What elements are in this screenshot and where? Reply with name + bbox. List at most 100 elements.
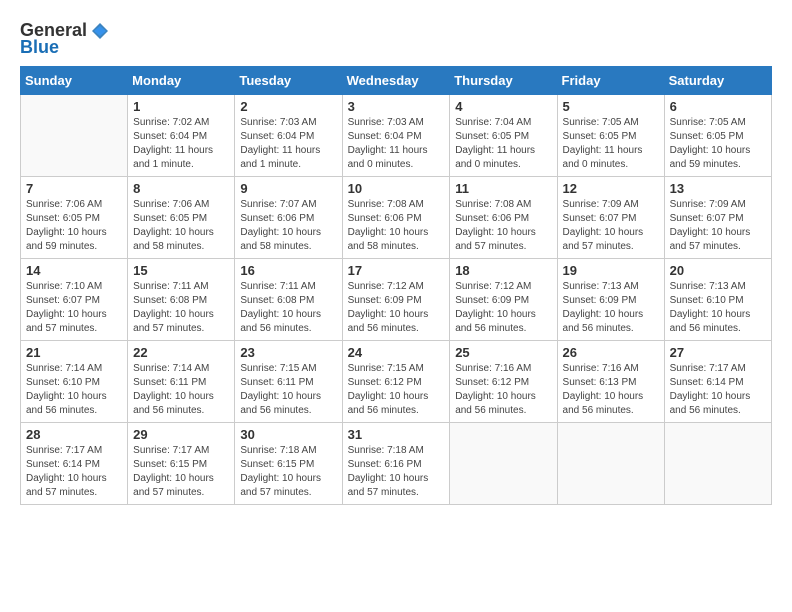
- day-info: Sunrise: 7:17 AMSunset: 6:15 PMDaylight:…: [133, 444, 229, 500]
- calendar-cell: 17 Sunrise: 7:12 AMSunset: 6:09 PMDayligh…: [342, 259, 450, 341]
- day-info: Sunrise: 7:04 AMSunset: 6:05 PMDaylight:…: [455, 116, 551, 172]
- calendar-cell: 21Sunrise: 7:14 AMSunset: 6:10 PMDayligh…: [21, 341, 128, 423]
- day-info: Sunrise: 7:13 AMSunset: 6:10 PMDaylight:…: [670, 280, 766, 336]
- day-info: Sunrise: 7:06 AMSunset: 6:05 PMDaylight:…: [133, 198, 229, 254]
- day-number: 9: [240, 181, 336, 196]
- calendar-cell: [664, 423, 771, 505]
- calendar-header-saturday: Saturday: [664, 67, 771, 95]
- calendar-cell: 30 Sunrise: 7:18 AMSunset: 6:15 PMDayligh…: [235, 423, 342, 505]
- day-number: 1: [133, 99, 229, 114]
- day-number: 24: [348, 345, 445, 360]
- calendar-cell: 29 Sunrise: 7:17 AMSunset: 6:15 PMDayligh…: [128, 423, 235, 505]
- calendar-cell: 13Sunrise: 7:09 AMSunset: 6:07 PMDayligh…: [664, 177, 771, 259]
- calendar-cell: 6Sunrise: 7:05 AMSunset: 6:05 PMDaylight…: [664, 95, 771, 177]
- calendar-cell: 27 Sunrise: 7:17 AMSunset: 6:14 PMDayligh…: [664, 341, 771, 423]
- calendar-cell: 3 Sunrise: 7:03 AMSunset: 6:04 PMDaylight…: [342, 95, 450, 177]
- day-number: 26: [563, 345, 659, 360]
- calendar-cell: 9 Sunrise: 7:07 AMSunset: 6:06 PMDaylight…: [235, 177, 342, 259]
- day-number: 30: [240, 427, 336, 442]
- calendar-header-wednesday: Wednesday: [342, 67, 450, 95]
- calendar-table: SundayMondayTuesdayWednesdayThursdayFrid…: [20, 66, 772, 505]
- day-info: Sunrise: 7:16 AMSunset: 6:13 PMDaylight:…: [563, 362, 659, 418]
- calendar-cell: 5Sunrise: 7:05 AMSunset: 6:05 PMDaylight…: [557, 95, 664, 177]
- day-info: Sunrise: 7:06 AMSunset: 6:05 PMDaylight:…: [26, 198, 122, 254]
- day-info: Sunrise: 7:18 AMSunset: 6:16 PMDaylight:…: [348, 444, 445, 500]
- calendar-cell: 20Sunrise: 7:13 AMSunset: 6:10 PMDayligh…: [664, 259, 771, 341]
- day-number: 7: [26, 181, 122, 196]
- calendar-header-row: SundayMondayTuesdayWednesdayThursdayFrid…: [21, 67, 772, 95]
- calendar-week-2: 7 Sunrise: 7:06 AMSunset: 6:05 PMDaylight…: [21, 177, 772, 259]
- day-info: Sunrise: 7:08 AMSunset: 6:06 PMDaylight:…: [348, 198, 445, 254]
- day-info: Sunrise: 7:11 AMSunset: 6:08 PMDaylight:…: [133, 280, 229, 336]
- calendar-header-sunday: Sunday: [21, 67, 128, 95]
- logo-blue: Blue: [20, 37, 59, 58]
- calendar-cell: [450, 423, 557, 505]
- day-info: Sunrise: 7:14 AMSunset: 6:10 PMDaylight:…: [26, 362, 122, 418]
- day-number: 25: [455, 345, 551, 360]
- day-number: 11: [455, 181, 551, 196]
- day-info: Sunrise: 7:07 AMSunset: 6:06 PMDaylight:…: [240, 198, 336, 254]
- calendar-cell: 2 Sunrise: 7:03 AMSunset: 6:04 PMDaylight…: [235, 95, 342, 177]
- day-number: 2: [240, 99, 336, 114]
- day-number: 27: [670, 345, 766, 360]
- day-info: Sunrise: 7:03 AMSunset: 6:04 PMDaylight:…: [240, 116, 336, 172]
- day-info: Sunrise: 7:10 AMSunset: 6:07 PMDaylight:…: [26, 280, 122, 336]
- calendar-cell: [557, 423, 664, 505]
- calendar-header-monday: Monday: [128, 67, 235, 95]
- logo: General Blue: [20, 20, 111, 58]
- calendar-cell: 16Sunrise: 7:11 AMSunset: 6:08 PMDayligh…: [235, 259, 342, 341]
- day-number: 5: [563, 99, 659, 114]
- calendar-cell: 12Sunrise: 7:09 AMSunset: 6:07 PMDayligh…: [557, 177, 664, 259]
- day-number: 22: [133, 345, 229, 360]
- day-number: 6: [670, 99, 766, 114]
- day-info: Sunrise: 7:17 AMSunset: 6:14 PMDaylight:…: [670, 362, 766, 418]
- day-info: Sunrise: 7:08 AMSunset: 6:06 PMDaylight:…: [455, 198, 551, 254]
- day-info: Sunrise: 7:03 AMSunset: 6:04 PMDaylight:…: [348, 116, 445, 172]
- day-number: 18: [455, 263, 551, 278]
- day-number: 29: [133, 427, 229, 442]
- day-number: 17: [348, 263, 445, 278]
- calendar-cell: 8 Sunrise: 7:06 AMSunset: 6:05 PMDaylight…: [128, 177, 235, 259]
- calendar-week-1: 1Sunrise: 7:02 AMSunset: 6:04 PMDaylight…: [21, 95, 772, 177]
- page-header: General Blue: [20, 20, 772, 58]
- day-info: Sunrise: 7:11 AMSunset: 6:08 PMDaylight:…: [240, 280, 336, 336]
- day-number: 3: [348, 99, 445, 114]
- day-number: 31: [348, 427, 445, 442]
- day-info: Sunrise: 7:12 AMSunset: 6:09 PMDaylight:…: [455, 280, 551, 336]
- day-number: 23: [240, 345, 336, 360]
- day-info: Sunrise: 7:12 AMSunset: 6:09 PMDaylight:…: [348, 280, 445, 336]
- logo-icon: [90, 21, 110, 41]
- calendar-header-friday: Friday: [557, 67, 664, 95]
- calendar-cell: 10Sunrise: 7:08 AMSunset: 6:06 PMDayligh…: [342, 177, 450, 259]
- day-info: Sunrise: 7:15 AMSunset: 6:11 PMDaylight:…: [240, 362, 336, 418]
- calendar-cell: 1Sunrise: 7:02 AMSunset: 6:04 PMDaylight…: [128, 95, 235, 177]
- day-number: 8: [133, 181, 229, 196]
- day-info: Sunrise: 7:09 AMSunset: 6:07 PMDaylight:…: [563, 198, 659, 254]
- day-info: Sunrise: 7:14 AMSunset: 6:11 PMDaylight:…: [133, 362, 229, 418]
- day-info: Sunrise: 7:13 AMSunset: 6:09 PMDaylight:…: [563, 280, 659, 336]
- calendar-cell: 11 Sunrise: 7:08 AMSunset: 6:06 PMDayligh…: [450, 177, 557, 259]
- calendar-cell: 7 Sunrise: 7:06 AMSunset: 6:05 PMDaylight…: [21, 177, 128, 259]
- calendar-header-tuesday: Tuesday: [235, 67, 342, 95]
- calendar-cell: 23 Sunrise: 7:15 AMSunset: 6:11 PMDayligh…: [235, 341, 342, 423]
- calendar-cell: 24Sunrise: 7:15 AMSunset: 6:12 PMDayligh…: [342, 341, 450, 423]
- calendar-cell: 28 Sunrise: 7:17 AMSunset: 6:14 PMDayligh…: [21, 423, 128, 505]
- day-number: 4: [455, 99, 551, 114]
- calendar-cell: 18 Sunrise: 7:12 AMSunset: 6:09 PMDayligh…: [450, 259, 557, 341]
- calendar-cell: 31 Sunrise: 7:18 AMSunset: 6:16 PMDayligh…: [342, 423, 450, 505]
- day-info: Sunrise: 7:17 AMSunset: 6:14 PMDaylight:…: [26, 444, 122, 500]
- calendar-cell: 26 Sunrise: 7:16 AMSunset: 6:13 PMDayligh…: [557, 341, 664, 423]
- calendar-week-4: 21Sunrise: 7:14 AMSunset: 6:10 PMDayligh…: [21, 341, 772, 423]
- calendar-header-thursday: Thursday: [450, 67, 557, 95]
- calendar-week-3: 14Sunrise: 7:10 AMSunset: 6:07 PMDayligh…: [21, 259, 772, 341]
- calendar-cell: 25 Sunrise: 7:16 AMSunset: 6:12 PMDayligh…: [450, 341, 557, 423]
- day-info: Sunrise: 7:18 AMSunset: 6:15 PMDaylight:…: [240, 444, 336, 500]
- day-number: 15: [133, 263, 229, 278]
- calendar-week-5: 28 Sunrise: 7:17 AMSunset: 6:14 PMDayligh…: [21, 423, 772, 505]
- calendar-cell: [21, 95, 128, 177]
- day-number: 13: [670, 181, 766, 196]
- day-number: 19: [563, 263, 659, 278]
- day-info: Sunrise: 7:16 AMSunset: 6:12 PMDaylight:…: [455, 362, 551, 418]
- calendar-cell: 22 Sunrise: 7:14 AMSunset: 6:11 PMDayligh…: [128, 341, 235, 423]
- day-number: 28: [26, 427, 122, 442]
